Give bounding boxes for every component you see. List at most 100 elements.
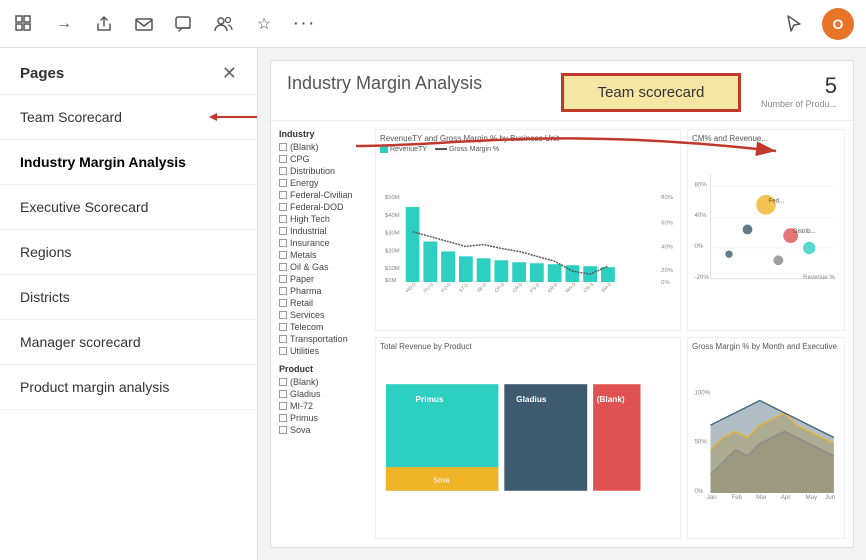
filter-item[interactable]: Sova — [279, 425, 369, 435]
teams-icon[interactable] — [212, 12, 236, 36]
chat-icon[interactable] — [172, 12, 196, 36]
svg-text:$50M: $50M — [385, 195, 400, 201]
svg-text:-20%: -20% — [694, 274, 709, 281]
team-scorecard-container: Team scorecard — [561, 73, 741, 112]
close-icon[interactable]: ✕ — [222, 64, 237, 82]
svg-text:FS-0: FS-0 — [529, 282, 541, 294]
sidebar-item-regions[interactable]: Regions — [0, 230, 257, 275]
filter-item[interactable]: MI-72 — [279, 401, 369, 411]
svg-text:Sova: Sova — [433, 476, 449, 484]
filter-item[interactable]: CPG — [279, 154, 369, 164]
sidebar-item-product-margin[interactable]: Product margin analysis — [0, 365, 257, 410]
product-filter-section: Product (Blank) Gladius MI-72 Primus Sov… — [279, 364, 369, 435]
svg-text:20%: 20% — [661, 268, 674, 274]
svg-text:0%: 0% — [661, 280, 670, 286]
filter-item[interactable]: Services — [279, 310, 369, 320]
svg-text:$20M: $20M — [385, 248, 400, 254]
filter-item[interactable]: Gladius — [279, 389, 369, 399]
filter-item[interactable]: Transportation — [279, 334, 369, 344]
sidebar-item-label: Manager scorecard — [20, 334, 141, 350]
filter-item[interactable]: (Blank) — [279, 142, 369, 152]
filter-item[interactable]: Distribution — [279, 166, 369, 176]
svg-text:Jan: Jan — [707, 494, 718, 501]
svg-text:Fed...: Fed... — [768, 197, 784, 204]
filter-item[interactable]: Energy — [279, 178, 369, 188]
main-area: Pages ✕ Team Scorecard Industry Margin A… — [0, 48, 866, 560]
filter-item[interactable]: Industrial — [279, 226, 369, 236]
user-avatar[interactable]: O — [822, 8, 854, 40]
svg-text:$40M: $40M — [385, 213, 400, 219]
report-header: Industry Margin Analysis Team scorecard … — [271, 61, 853, 121]
chart2-title: CM% and Revenue... — [692, 134, 840, 143]
number-value: 5 — [825, 73, 837, 98]
bottom-charts-row: Total Revenue by Product Primus Gladius — [375, 337, 845, 539]
team-scorecard-button[interactable]: Team scorecard — [561, 73, 741, 112]
svg-text:80%: 80% — [661, 195, 674, 201]
svg-text:Gladius: Gladius — [516, 395, 547, 404]
arrow-right-icon[interactable]: → — [52, 12, 76, 36]
share-icon[interactable] — [92, 12, 116, 36]
svg-text:Apr: Apr — [781, 494, 791, 501]
sidebar-item-label: Industry Margin Analysis — [20, 154, 186, 170]
pages-title: Pages — [20, 65, 64, 82]
more-icon[interactable]: ··· — [292, 12, 316, 36]
filter-item[interactable]: Retail — [279, 298, 369, 308]
svg-text:HO-0: HO-0 — [405, 281, 418, 294]
filter-item[interactable]: Pharma — [279, 286, 369, 296]
mail-icon[interactable] — [132, 12, 156, 36]
sidebar-item-team-scorecard[interactable]: Team Scorecard — [0, 95, 257, 140]
svg-text:0%: 0% — [694, 243, 703, 250]
number-badge: 5 Number of Produ... — [761, 73, 837, 109]
svg-text:0%: 0% — [694, 488, 703, 495]
filter-item[interactable]: Insurance — [279, 238, 369, 248]
filter-item[interactable]: Federal-DOD — [279, 202, 369, 212]
sidebar-item-executive-scorecard[interactable]: Executive Scorecard — [0, 185, 257, 230]
filter-item[interactable]: Telecom — [279, 322, 369, 332]
svg-text:(Blank): (Blank) — [597, 395, 625, 404]
sidebar-item-districts[interactable]: Districts — [0, 275, 257, 320]
filter-item[interactable]: Metals — [279, 250, 369, 260]
svg-text:Mar: Mar — [756, 494, 767, 501]
sidebar-item-label: Product margin analysis — [20, 379, 169, 395]
filter-item[interactable]: (Blank) — [279, 377, 369, 387]
chart-legend: RevenueTY Gross Margin % — [380, 145, 676, 153]
sidebar-item-industry-margin[interactable]: Industry Margin Analysis — [0, 140, 257, 185]
svg-text:May: May — [805, 494, 818, 501]
arrow-left-icon — [209, 109, 258, 125]
grid-icon[interactable] — [12, 12, 36, 36]
filter-panel: Industry (Blank) CPG Distribution Energy… — [279, 129, 369, 539]
sidebar-item-label: Districts — [20, 289, 70, 305]
svg-text:Jun: Jun — [825, 494, 836, 501]
filter-item[interactable]: Federal-Civilian — [279, 190, 369, 200]
svg-text:ST-0: ST-0 — [458, 282, 470, 294]
chart4-title: Gross Margin % by Month and Executive — [692, 342, 840, 351]
sidebar: Pages ✕ Team Scorecard Industry Margin A… — [0, 48, 258, 560]
cursor-icon — [782, 12, 806, 36]
filter-item[interactable]: Paper — [279, 274, 369, 284]
svg-text:50%: 50% — [694, 439, 707, 446]
sidebar-header: Pages ✕ — [0, 48, 257, 95]
top-charts-row: RevenueTY and Gross Margin % by Business… — [375, 129, 845, 331]
content-area: Industry Margin Analysis Team scorecard … — [258, 48, 866, 560]
svg-text:40%: 40% — [694, 212, 707, 219]
report-title: Industry Margin Analysis — [287, 73, 561, 94]
filter-item[interactable]: High Tech — [279, 214, 369, 224]
svg-text:Feb: Feb — [731, 494, 742, 501]
area-chart: Gross Margin % by Month and Executive 10… — [687, 337, 845, 539]
star-icon[interactable]: ☆ — [252, 12, 276, 36]
svg-text:80%: 80% — [694, 181, 707, 188]
filter-item[interactable]: Utilities — [279, 346, 369, 356]
report-page: Industry Margin Analysis Team scorecard … — [270, 60, 854, 548]
sidebar-item-manager-scorecard[interactable]: Manager scorecard — [0, 320, 257, 365]
svg-text:MA-0: MA-0 — [565, 281, 578, 294]
svg-text:SM-0: SM-0 — [600, 281, 613, 294]
product-filter-title: Product — [279, 364, 369, 374]
filter-item[interactable]: Oil & Gas — [279, 262, 369, 272]
svg-text:$10M: $10M — [385, 266, 400, 272]
filter-item[interactable]: Primus — [279, 413, 369, 423]
scatter-chart: CM% and Revenue... 80% 40% 0% -20% — [687, 129, 845, 331]
svg-text:CR-0: CR-0 — [511, 282, 524, 295]
report-content: Industry (Blank) CPG Distribution Energy… — [271, 121, 853, 547]
svg-text:CP-0: CP-0 — [494, 282, 506, 294]
chart1-title: RevenueTY and Gross Margin % by Business… — [380, 134, 676, 143]
